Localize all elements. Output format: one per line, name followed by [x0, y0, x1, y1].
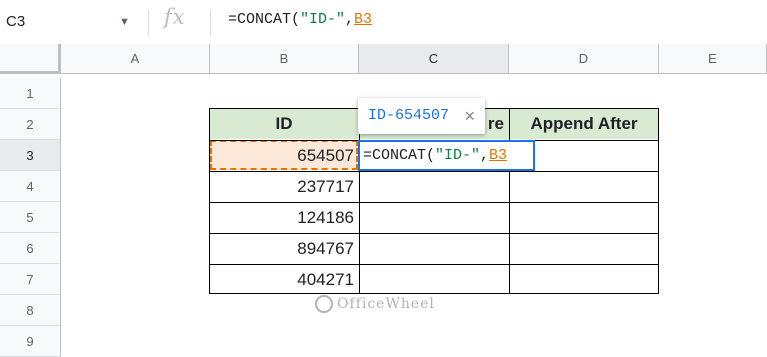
- table-divider: [210, 202, 658, 203]
- column-header-d[interactable]: D: [509, 44, 659, 74]
- column-header-e[interactable]: E: [659, 44, 767, 74]
- row-header-5[interactable]: 5: [0, 202, 61, 233]
- table-divider: [359, 109, 360, 293]
- name-box-dropdown-icon[interactable]: ▼: [119, 8, 130, 36]
- formula-reference: B3: [354, 11, 373, 28]
- formula-string: "ID-": [300, 11, 346, 28]
- divider: [210, 10, 211, 36]
- edit-formula-prefix: =CONCAT(: [363, 147, 436, 164]
- formula-comma: ,: [345, 11, 355, 28]
- edit-formula-comma: ,: [480, 147, 490, 164]
- table-divider: [210, 264, 658, 265]
- officewheel-logo-icon: [315, 295, 333, 313]
- table-divider: [210, 233, 658, 234]
- close-icon[interactable]: ×: [464, 98, 475, 134]
- row-header-8[interactable]: 8: [0, 295, 61, 326]
- formula-input[interactable]: =CONCAT("ID-",B3: [228, 11, 372, 28]
- formula-result-preview: ID-654507 ×: [358, 98, 485, 134]
- row-header-6[interactable]: 6: [0, 233, 61, 264]
- column-headers: A B C D E: [0, 44, 767, 75]
- preview-value: ID-654507: [368, 107, 450, 124]
- formula-bar: C3 ▼ fx =CONCAT("ID-",B3: [0, 0, 767, 45]
- fx-icon: fx: [164, 5, 186, 29]
- table-divider: [210, 171, 658, 172]
- divider: [148, 10, 149, 36]
- data-table-border: [209, 108, 659, 294]
- column-header-a[interactable]: A: [61, 44, 210, 74]
- row-header-3[interactable]: 3: [0, 140, 61, 171]
- active-cell-editor[interactable]: =CONCAT("ID-",B3: [358, 140, 535, 171]
- column-header-b[interactable]: B: [210, 44, 359, 74]
- formula-prefix: =CONCAT(: [228, 11, 301, 28]
- row-header-9[interactable]: 9: [0, 326, 61, 357]
- name-box-value: C3: [6, 13, 26, 30]
- row-header-4[interactable]: 4: [0, 171, 61, 202]
- row-header-1[interactable]: 1: [0, 78, 61, 109]
- officewheel-watermark: OfficeWheel: [315, 295, 435, 313]
- watermark-text: OfficeWheel: [337, 296, 435, 312]
- select-all-corner[interactable]: [0, 44, 61, 74]
- edit-formula-reference: B3: [489, 147, 508, 164]
- table-divider: [509, 109, 510, 293]
- row-header-7[interactable]: 7: [0, 264, 61, 295]
- row-header-2[interactable]: 2: [0, 109, 61, 140]
- column-header-c[interactable]: C: [359, 44, 509, 74]
- name-box[interactable]: C3 ▼: [0, 8, 145, 36]
- edit-formula-string: "ID-": [435, 147, 481, 164]
